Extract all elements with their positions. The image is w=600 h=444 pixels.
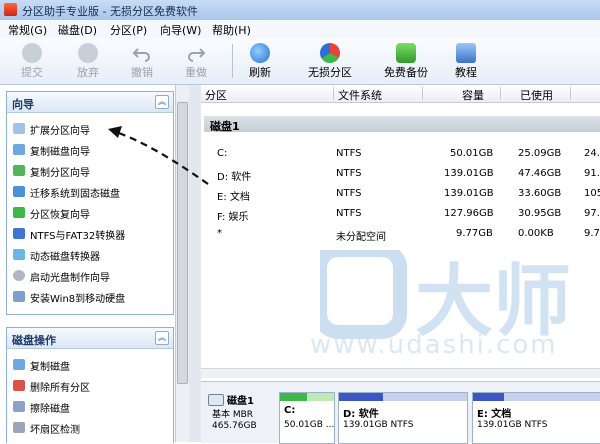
table-row[interactable]: * 未分配空间 9.77GB 0.00KB 9.7 xyxy=(201,226,600,243)
refresh-button[interactable]: 刷新 xyxy=(242,38,278,84)
wipe-icon xyxy=(13,401,25,412)
menu-disk[interactable]: 磁盘(D) xyxy=(58,22,97,38)
redo-button[interactable]: 重做 xyxy=(178,38,214,84)
disk-map-partition-c[interactable]: C: 50.01GB ... xyxy=(279,392,335,444)
undo-icon xyxy=(132,43,152,63)
usage-bar xyxy=(339,393,383,401)
hard-disk-icon xyxy=(208,394,224,406)
menu-partition[interactable]: 分区(P) xyxy=(110,22,147,38)
menu-wizard[interactable]: 向导(W) xyxy=(160,22,201,38)
migrate-icon xyxy=(13,186,25,197)
column-separator xyxy=(422,87,423,100)
dynamic-disk-icon xyxy=(13,249,25,260)
watermark-url: www.udashi.com xyxy=(310,330,558,360)
wizard-panel-title: 向导 xyxy=(12,98,34,111)
convert-icon xyxy=(13,228,25,239)
discard-button[interactable]: 放弃 xyxy=(70,38,106,84)
app-logo-icon xyxy=(4,3,17,16)
free-backup-button[interactable]: 免费备份 xyxy=(378,38,434,84)
collapse-icon[interactable]: ︽ xyxy=(155,95,169,109)
disk-map-disk1[interactable]: 磁盘1 基本 MBR 465.76GB xyxy=(208,392,272,442)
disk-ops-panel-header: 磁盘操作 ︽ xyxy=(7,328,173,349)
column-separator xyxy=(333,87,334,100)
pie-partition-icon xyxy=(320,43,340,63)
table-row[interactable]: D: 软件 NTFS 139.01GB 47.46GB 91. xyxy=(201,166,600,183)
check-icon xyxy=(22,43,42,63)
column-separator xyxy=(500,87,501,100)
annotation-arrow xyxy=(108,126,209,185)
refresh-icon xyxy=(250,43,270,63)
tutorial-button[interactable]: 教程 xyxy=(448,38,484,84)
column-filesystem[interactable]: 文件系统 xyxy=(338,87,382,103)
window-title: 分区助手专业版 - 无损分区免费软件 xyxy=(22,5,198,18)
redo-icon xyxy=(186,43,206,63)
disk-ops-panel-title: 磁盘操作 xyxy=(12,334,56,347)
table-row[interactable]: E: 文档 NTFS 139.01GB 33.60GB 105 xyxy=(201,186,600,203)
usb-icon xyxy=(13,291,25,302)
copy-partition-icon xyxy=(13,165,25,176)
undo-button[interactable]: 撤销 xyxy=(124,38,160,84)
copy-disk-icon xyxy=(13,359,25,370)
submit-button[interactable]: 提交 xyxy=(14,38,50,84)
backup-icon xyxy=(396,43,416,63)
column-used[interactable]: 已使用 xyxy=(520,87,553,103)
column-capacity[interactable]: 容量 xyxy=(462,87,484,103)
menu-help[interactable]: 帮助(H) xyxy=(212,22,251,38)
recovery-icon xyxy=(13,207,25,218)
toolbar-separator xyxy=(232,44,233,78)
disk-map-partition-e[interactable]: E: 文档 139.01GB NTFS xyxy=(472,392,600,444)
disk-group-header[interactable]: 磁盘1 xyxy=(204,116,600,133)
lossless-partition-button[interactable]: 无损分区 xyxy=(302,38,358,84)
disk-ops-panel: 磁盘操作 ︽ 复制磁盘 删除所有分区 擦除磁盘 坏扇区检测 xyxy=(6,327,174,443)
table-row[interactable]: F: 娱乐 NTFS 127.96GB 30.95GB 97. xyxy=(201,206,600,223)
usage-bar xyxy=(473,393,504,401)
discard-icon xyxy=(78,43,98,63)
disk-map-partition-d[interactable]: D: 软件 139.01GB NTFS xyxy=(338,392,468,444)
bad-sector-icon xyxy=(13,422,25,433)
book-icon xyxy=(456,43,476,63)
menu-general[interactable]: 常规(G) xyxy=(8,22,47,38)
cd-icon xyxy=(13,270,25,281)
collapse-icon[interactable]: ︽ xyxy=(155,331,169,345)
wizard-panel-header: 向导 ︽ xyxy=(7,92,173,113)
column-partition[interactable]: 分区 xyxy=(205,87,227,103)
usage-bar xyxy=(280,393,307,401)
table-row[interactable]: C: NTFS 50.01GB 25.09GB 24. xyxy=(201,146,600,163)
disk-icon xyxy=(13,123,25,134)
delete-icon xyxy=(13,380,25,391)
column-separator xyxy=(570,87,571,100)
copy-disk-icon xyxy=(13,144,25,155)
horizontal-scrollbar[interactable] xyxy=(201,368,600,378)
